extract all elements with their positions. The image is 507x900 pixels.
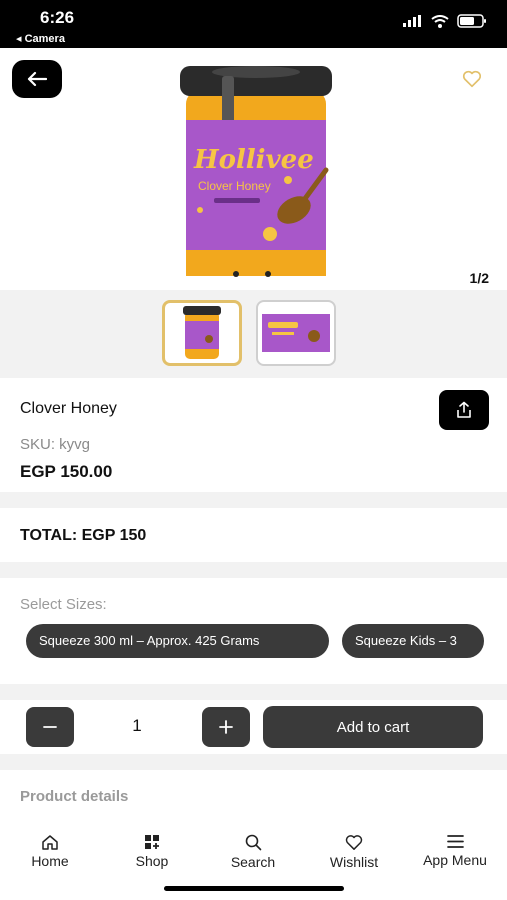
back-to-app-link[interactable]: ◂ Camera (16, 32, 65, 45)
nav-item-app-menu[interactable]: App Menu (405, 834, 505, 868)
total-text: TOTAL: EGP 150 (20, 527, 147, 544)
back-button[interactable] (12, 60, 62, 98)
product-details-label: Product details (20, 788, 129, 805)
heart-icon (345, 835, 363, 850)
nav-label-app-menu: App Menu (423, 852, 487, 868)
nav-item-wishlist[interactable]: Wishlist (304, 834, 404, 870)
bottom-nav: Home Shop Search Wishlist App Menu (0, 820, 507, 900)
thumbnail-1[interactable] (162, 300, 242, 366)
product-details-section[interactable]: Product details (0, 770, 507, 820)
status-icons (403, 14, 487, 28)
signal-icon (403, 15, 421, 27)
nav-label-search: Search (230, 854, 276, 870)
thumbnail-label-image (262, 314, 330, 352)
status-bar: 6:26 ◂ Camera (0, 0, 507, 48)
section-divider (0, 754, 507, 770)
home-icon (42, 835, 58, 850)
thumbnail-2[interactable] (256, 300, 336, 366)
size-selector: Select Sizes: Squeeze 300 ml – Approx. 4… (0, 578, 507, 684)
home-indicator[interactable] (164, 886, 344, 891)
wifi-icon (431, 14, 449, 28)
nav-item-shop[interactable]: Shop (102, 834, 202, 869)
nav-label-home: Home (31, 853, 69, 869)
share-button[interactable] (439, 390, 489, 430)
decrease-quantity-button[interactable] (26, 707, 74, 747)
search-icon (245, 834, 261, 851)
arrow-left-icon (27, 71, 47, 87)
quantity-value[interactable]: 1 (120, 716, 154, 736)
product-image: Hollivee Clover Honey (180, 66, 332, 277)
thumbnail-jar-image (183, 306, 221, 359)
add-to-cart-button[interactable]: Add to cart (263, 706, 483, 748)
product-sku: SKU: kyvg (20, 436, 91, 453)
section-divider (0, 684, 507, 700)
plus-icon (219, 720, 233, 734)
product-info: Clover Honey SKU: kyvg EGP 150.00 (0, 378, 507, 492)
thumbnail-strip (0, 290, 507, 378)
sizes-label: Select Sizes: (20, 596, 107, 613)
status-time: 6:26 (40, 8, 75, 27)
size-option-2[interactable]: Squeeze Kids – 3 (342, 624, 484, 658)
share-icon (457, 401, 471, 418)
product-image-carousel[interactable]: Hollivee Clover Honey 1/2 (0, 48, 507, 290)
section-divider (0, 492, 507, 508)
battery-icon (457, 14, 486, 28)
wishlist-heart-icon[interactable] (461, 68, 483, 90)
brand-text: Hollivee (193, 145, 314, 175)
add-to-cart-bar: 1 Add to cart (0, 700, 507, 754)
size-option-1[interactable]: Squeeze 300 ml – Approx. 425 Grams (26, 624, 329, 658)
minus-icon (43, 726, 57, 728)
total-section: TOTAL: EGP 150 (0, 508, 507, 562)
menu-icon (446, 835, 464, 848)
image-pager: 1/2 (469, 270, 489, 286)
product-price: EGP 150.00 (20, 462, 113, 481)
nav-item-home[interactable]: Home (0, 834, 100, 869)
shop-icon (145, 835, 159, 849)
nav-label-wishlist: Wishlist (329, 854, 379, 870)
nav-item-search[interactable]: Search (203, 834, 303, 870)
section-divider (0, 562, 507, 578)
increase-quantity-button[interactable] (202, 707, 250, 747)
product-name: Clover Honey (20, 400, 117, 417)
nav-label-shop: Shop (135, 853, 169, 869)
label-text: Clover Honey (198, 179, 271, 193)
